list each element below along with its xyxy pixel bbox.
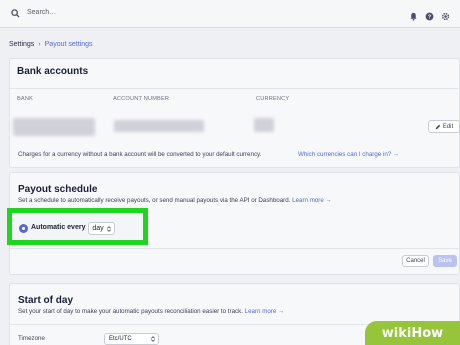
currencies-link[interactable]: Which currencies can I charge in? → — [298, 151, 399, 158]
interval-value: day — [92, 225, 104, 232]
top-bar: Search… ? — [0, 0, 460, 28]
breadcrumb: Settings › Payout settings — [9, 41, 93, 48]
currency-note: Charges for a currency without a bank ac… — [18, 151, 262, 158]
chevron-up-down-icon — [106, 225, 111, 232]
breadcrumb-separator: › — [38, 41, 41, 48]
top-icons: ? — [409, 8, 450, 21]
start-of-day-description: Set your start of day to make your autom… — [18, 308, 284, 315]
payout-schedule-description: Set a schedule to automatically receive … — [18, 197, 332, 204]
column-account-number: ACCOUNT NUMBER — [113, 96, 170, 102]
bank-name-redacted — [13, 118, 95, 136]
column-currency: CURRENCY — [256, 96, 290, 102]
bank-accounts-title: Bank accounts — [17, 66, 89, 77]
search-icon — [11, 9, 20, 18]
payout-schedule-title: Payout schedule — [18, 184, 98, 195]
start-of-day-title: Start of day — [18, 295, 74, 306]
timezone-value: Etc/UTC — [109, 336, 132, 342]
automatic-every-label: Automatic every — [31, 224, 86, 231]
currency-redacted — [254, 118, 274, 132]
help-icon[interactable]: ? — [425, 8, 434, 21]
edit-button[interactable]: Edit — [428, 120, 460, 133]
breadcrumb-payout-settings[interactable]: Payout settings — [45, 41, 93, 48]
pencil-icon — [435, 124, 441, 129]
wikihow-watermark: wiki How — [365, 321, 460, 345]
start-of-day-learn-more-link[interactable]: Learn more → — [245, 308, 285, 315]
chevron-up-down-icon — [151, 336, 155, 342]
watermark-wiki: wiki — [381, 325, 412, 341]
edit-label: Edit — [442, 123, 454, 130]
watermark-how: How — [411, 325, 444, 341]
interval-select[interactable]: day — [88, 222, 115, 235]
highlight-box: Automatic every day — [7, 208, 148, 245]
divider — [9, 88, 460, 89]
payout-learn-more-link[interactable]: Learn more → — [292, 197, 332, 204]
bell-icon[interactable] — [409, 8, 418, 21]
search-input[interactable]: Search… — [27, 9, 56, 16]
automatic-radio[interactable] — [19, 224, 28, 233]
breadcrumb-settings[interactable]: Settings — [9, 41, 34, 48]
divider — [9, 248, 460, 249]
account-number-redacted — [114, 120, 204, 132]
timezone-label: Timezone — [18, 335, 45, 342]
payout-description-text: Set a schedule to automatically receive … — [18, 197, 291, 204]
cancel-button[interactable]: Cancel — [402, 255, 429, 267]
column-bank: BANK — [17, 96, 34, 102]
start-of-day-text: Set your start of day to make your autom… — [18, 308, 243, 315]
save-button[interactable]: Save — [433, 255, 457, 267]
timezone-select[interactable]: Etc/UTC — [104, 333, 159, 345]
svg-text:?: ? — [428, 15, 431, 21]
gear-icon[interactable] — [441, 8, 450, 21]
